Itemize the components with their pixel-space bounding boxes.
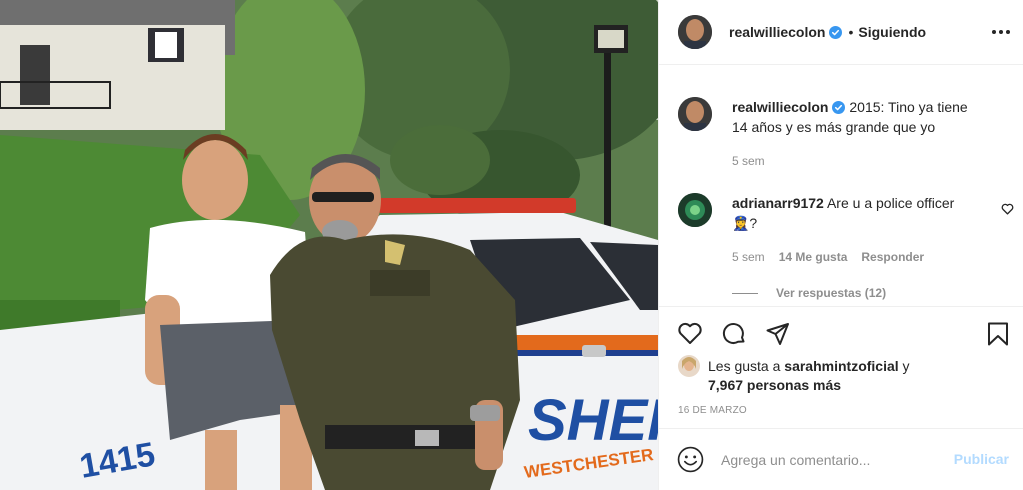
more-dot (1006, 30, 1010, 34)
more-dot (992, 30, 996, 34)
view-replies-label: Ver respuestas (12) (776, 286, 887, 300)
more-dot (999, 30, 1003, 34)
replies-line (732, 292, 758, 294)
commenter-avatar[interactable] (678, 193, 712, 227)
heart-icon[interactable] (677, 321, 703, 347)
liker-username[interactable]: sarahmintzoficial (784, 358, 898, 374)
post-date[interactable]: 16 DE MARZO (678, 405, 747, 416)
author-username[interactable]: realwilliecolon (729, 24, 825, 40)
comment-icon[interactable] (721, 321, 747, 347)
more-options-icon[interactable] (992, 22, 1010, 42)
post-photo[interactable]: SHERIF WESTCHESTER COU 1415 (0, 0, 658, 490)
caption-text-line: realwilliecolon 2015: Tino ya tiene 14 a… (732, 97, 972, 137)
avatar-image (678, 193, 712, 227)
likes-prefix: Les gusta a (708, 358, 785, 374)
comment-text-line: adrianarr9172 Are u a police officer 👮‍♀… (732, 193, 972, 233)
commenter-username[interactable]: adrianarr9172 (732, 195, 824, 211)
publish-button[interactable]: Publicar (954, 451, 1009, 467)
bookmark-icon[interactable] (985, 321, 1011, 347)
photo-illustration: SHERIF WESTCHESTER COU 1415 (0, 0, 658, 490)
verified-badge-icon (832, 101, 846, 114)
emoji-icon[interactable] (677, 446, 704, 473)
author-avatar[interactable] (678, 15, 712, 49)
comments-list[interactable]: realwilliecolon 2015: Tino ya tiene 14 a… (659, 66, 1023, 305)
post-header: realwilliecolon • Siguiendo (659, 0, 1023, 65)
reply-button[interactable]: Responder (861, 247, 924, 267)
header-user-block: realwilliecolon • Siguiendo (729, 24, 926, 40)
avatar-image (678, 355, 700, 377)
add-comment-bar: Publicar (659, 428, 1023, 490)
share-icon[interactable] (765, 321, 791, 347)
following-button[interactable]: Siguiendo (858, 24, 926, 40)
caption-item: realwilliecolon 2015: Tino ya tiene 14 a… (678, 97, 1008, 171)
post-actions: Les gusta a sarahmintzoficial y 7,967 pe… (659, 306, 1023, 428)
comment-body: adrianarr9172 Are u a police officer 👮‍♀… (732, 193, 972, 267)
likes-others-button[interactable]: 7,967 personas más (708, 377, 841, 393)
avatar-image (678, 97, 712, 131)
likes-summary: Les gusta a sarahmintzoficial y 7,967 pe… (678, 355, 910, 395)
car-label: SHERIF (528, 388, 658, 453)
caption-time[interactable]: 5 sem (732, 151, 765, 171)
header-separator: • (848, 24, 854, 40)
avatar-image (678, 15, 712, 49)
post-side-panel: realwilliecolon • Siguiendo realwillieco… (658, 0, 1023, 490)
comment-time[interactable]: 5 sem (732, 247, 765, 267)
comment-likes[interactable]: 14 Me gusta (779, 247, 848, 267)
liker-avatar[interactable] (678, 355, 700, 377)
caption-meta: 5 sem (732, 151, 972, 171)
comment-heart-icon[interactable] (1001, 203, 1014, 215)
comment-input[interactable] (721, 447, 941, 472)
verified-badge-icon (829, 25, 843, 39)
likes-text: Les gusta a sarahmintzoficial y 7,967 pe… (708, 357, 910, 395)
caption-username[interactable]: realwilliecolon (732, 99, 828, 115)
likes-suffix: y (898, 358, 910, 374)
view-replies-button[interactable]: Ver respuestas (12) (732, 286, 886, 300)
comment-meta: 5 sem 14 Me gusta Responder (732, 247, 972, 267)
comment-item: adrianarr9172 Are u a police officer 👮‍♀… (678, 193, 1014, 267)
caption-avatar[interactable] (678, 97, 712, 131)
caption-body: realwilliecolon 2015: Tino ya tiene 14 a… (732, 97, 972, 171)
